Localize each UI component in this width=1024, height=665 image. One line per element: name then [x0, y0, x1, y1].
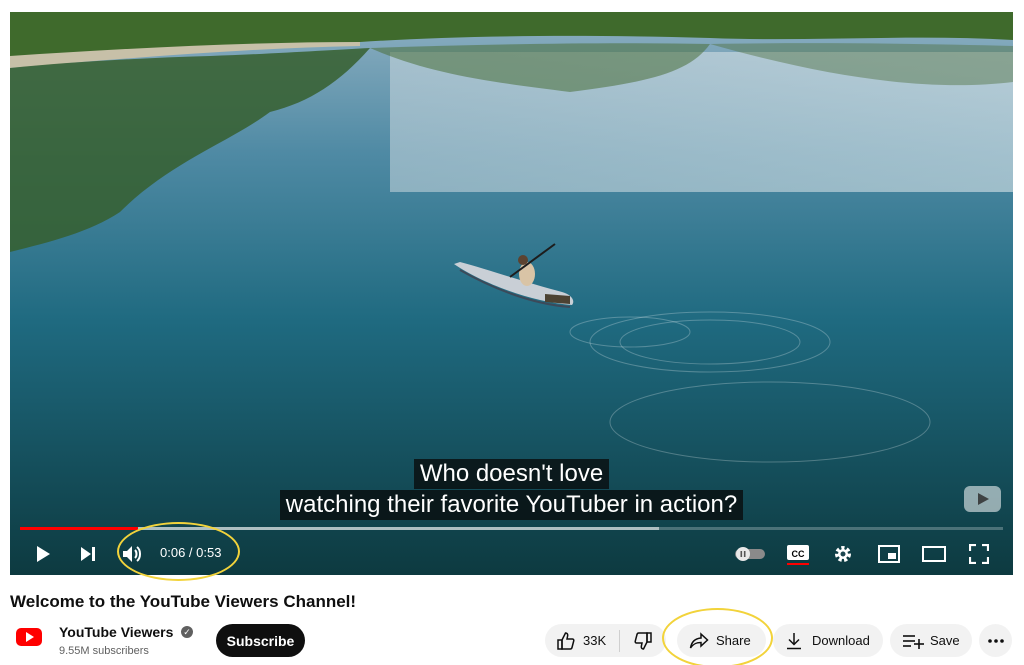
- dislike-icon: [633, 631, 653, 651]
- share-icon: [689, 631, 709, 650]
- time-display: 0:06 / 0:53: [160, 545, 221, 560]
- like-count: 33K: [583, 633, 607, 648]
- captions-overlay: Who doesn't love watching their favorite…: [10, 459, 1013, 521]
- progress-bar[interactable]: [20, 527, 1003, 530]
- time-current: 0:06: [160, 545, 186, 560]
- dislike-button[interactable]: [620, 631, 666, 651]
- video-title: Welcome to the YouTube Viewers Channel!: [10, 592, 357, 611]
- like-button[interactable]: 33K: [545, 631, 619, 651]
- next-icon[interactable]: [74, 540, 102, 568]
- subscriber-count: 9.55M subscribers: [59, 645, 149, 657]
- share-label: Share: [716, 633, 751, 648]
- progress-played: [20, 527, 138, 530]
- download-icon: [785, 632, 803, 650]
- download-button[interactable]: Download: [773, 624, 883, 657]
- save-button[interactable]: Save: [890, 624, 972, 657]
- share-button[interactable]: Share: [677, 624, 766, 657]
- channel-name[interactable]: YouTube Viewers: [59, 624, 173, 640]
- youtube-watermark-icon[interactable]: [964, 486, 1001, 512]
- video-player[interactable]: Who doesn't love watching their favorite…: [10, 12, 1013, 575]
- volume-icon[interactable]: [118, 540, 146, 568]
- theater-icon[interactable]: [920, 540, 948, 568]
- like-dislike-group: 33K: [545, 624, 666, 657]
- channel-avatar[interactable]: [16, 628, 42, 646]
- subscribe-button[interactable]: Subscribe: [216, 624, 305, 657]
- save-icon: [902, 633, 924, 649]
- caption-line-2: watching their favorite YouTuber in acti…: [279, 490, 744, 520]
- caption-line-1: Who doesn't love: [413, 459, 610, 489]
- verified-icon: ✓: [181, 626, 193, 638]
- save-label: Save: [930, 633, 960, 648]
- player-controls: 0:06 / 0:53 CC: [10, 534, 1013, 574]
- fullscreen-icon[interactable]: [965, 540, 993, 568]
- miniplayer-icon[interactable]: [875, 540, 903, 568]
- youtube-watch-page: Who doesn't love watching their favorite…: [0, 0, 1024, 665]
- autoplay-toggle-icon[interactable]: [733, 540, 767, 568]
- like-icon: [556, 631, 576, 651]
- time-total: 0:53: [196, 545, 222, 560]
- time-separator: /: [185, 545, 197, 560]
- more-icon: [987, 638, 1004, 643]
- settings-icon[interactable]: [829, 540, 857, 568]
- captions-icon[interactable]: CC: [784, 540, 812, 568]
- more-actions-button[interactable]: [979, 624, 1012, 657]
- svg-text:CC: CC: [792, 549, 805, 559]
- play-icon[interactable]: [29, 540, 57, 568]
- download-label: Download: [812, 633, 870, 648]
